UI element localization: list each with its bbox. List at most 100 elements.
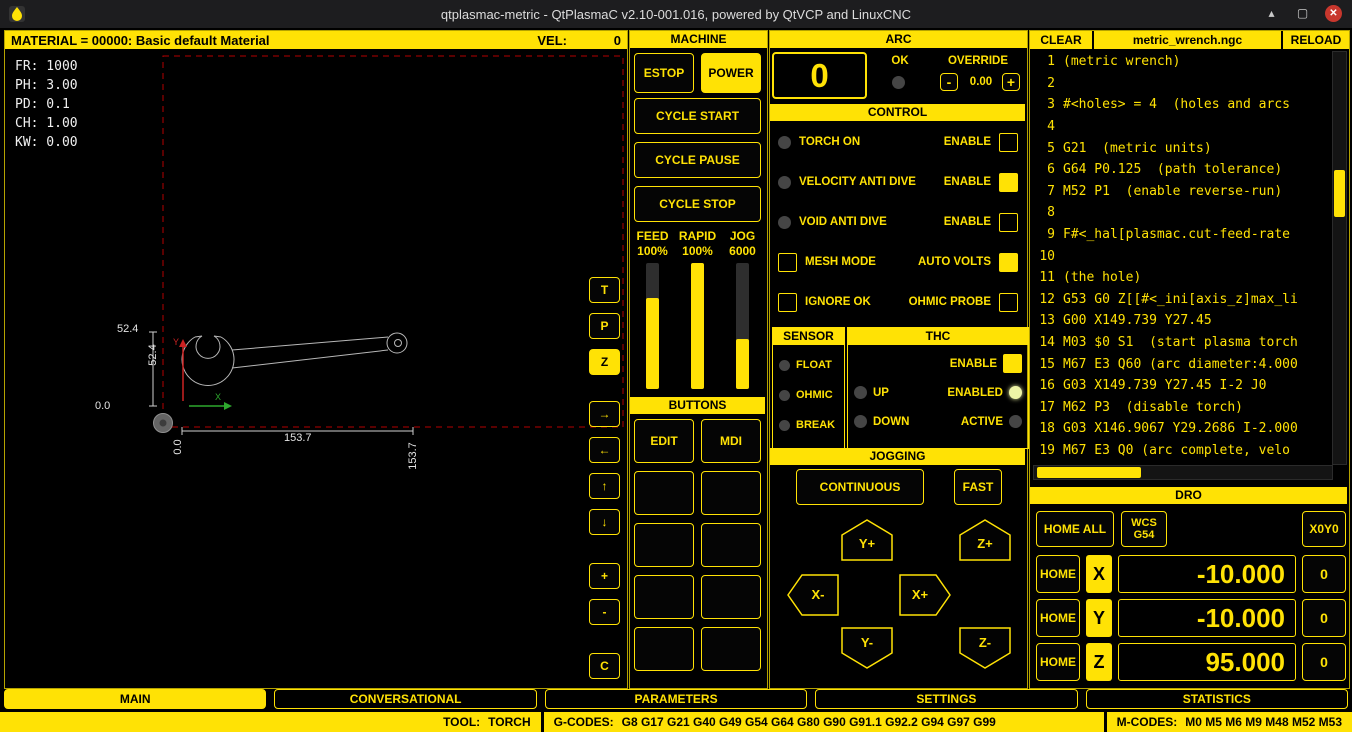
gcode-line: 14M03 $0 S1 (start plasma torch <box>1033 332 1331 354</box>
home-x-button[interactable]: HOME <box>1036 555 1080 593</box>
zoom-in-button[interactable]: + <box>589 563 620 589</box>
sensor-box: SENSOR FLOAT OHMIC BREAK <box>772 327 845 449</box>
auto-volts-checkbox[interactable] <box>999 253 1018 272</box>
thc-enable-label: ENABLE <box>950 358 997 370</box>
velocity-enable-checkbox[interactable] <box>999 173 1018 192</box>
override-minus-button[interactable]: - <box>940 73 958 91</box>
view-top-button[interactable]: T <box>589 277 620 303</box>
zero-x-button[interactable]: 0 <box>1302 555 1346 593</box>
override-plus-button[interactable]: + <box>1002 73 1020 91</box>
pan-down-button[interactable]: ↓ <box>589 509 620 535</box>
fast-jog-button[interactable]: FAST <box>954 469 1002 505</box>
cycle-pause-button[interactable]: CYCLE PAUSE <box>634 142 761 178</box>
jog-y-minus-button[interactable]: Y- <box>841 627 893 669</box>
maximize-icon[interactable]: ▢ <box>1294 5 1311 22</box>
cycle-start-button[interactable]: CYCLE START <box>634 98 761 134</box>
user-button-empty[interactable] <box>701 523 761 567</box>
pan-up-button[interactable]: ↑ <box>589 473 620 499</box>
clear-button[interactable]: CLEAR <box>1030 31 1092 49</box>
float-sensor: FLOAT <box>773 359 844 371</box>
jog-y-plus-button[interactable]: Y+ <box>841 519 893 561</box>
estop-button[interactable]: ESTOP <box>634 53 694 93</box>
jog-x-plus-button[interactable]: X+ <box>899 574 951 616</box>
user-button-empty[interactable] <box>634 575 694 619</box>
axis-x-label: X <box>215 392 221 402</box>
torch-enable-label: ENABLE <box>944 136 991 148</box>
tab-settings[interactable]: SETTINGS <box>815 689 1077 709</box>
user-button-empty[interactable] <box>634 471 694 515</box>
zero-y-button[interactable]: 0 <box>1302 599 1346 637</box>
ohmic-probe-checkbox[interactable] <box>999 293 1018 312</box>
cycle-stop-button[interactable]: CYCLE STOP <box>634 186 761 222</box>
gcode-line: 2 <box>1033 73 1331 95</box>
velocity-label: VEL: <box>537 33 567 48</box>
jog-z-plus-button[interactable]: Z+ <box>959 519 1011 561</box>
gcode-horizontal-scrollbar[interactable] <box>1033 465 1333 480</box>
view-p-button[interactable]: P <box>589 313 620 339</box>
home-z-button[interactable]: HOME <box>1036 643 1080 681</box>
torch-enable-checkbox[interactable] <box>999 133 1018 152</box>
axis-y-dro: -10.000 <box>1118 599 1296 637</box>
gcode-line: 15M67 E3 Q60 (arc diameter:4.000 <box>1033 353 1331 375</box>
gcode-horizontal-scrollbar-thumb[interactable] <box>1037 467 1141 478</box>
mesh-mode-checkbox[interactable] <box>778 253 797 272</box>
tab-statistics[interactable]: STATISTICS <box>1086 689 1348 709</box>
gcode-vertical-scrollbar-thumb[interactable] <box>1334 170 1345 217</box>
machine-panel: MACHINE ESTOP POWER CYCLE START CYCLE PA… <box>629 30 768 689</box>
thc-down-row: DOWN ACTIVE <box>848 415 1028 428</box>
float-label: FLOAT <box>796 359 832 371</box>
wcs-button[interactable]: WCS G54 <box>1121 511 1167 547</box>
gcode-vertical-scrollbar[interactable] <box>1332 51 1347 465</box>
pan-right-button[interactable]: → <box>589 401 620 427</box>
pan-left-button[interactable]: ← <box>589 437 620 463</box>
gcode-viewer[interactable]: 1(metric wrench) 2 3#<holes> = 4 (holes … <box>1033 51 1331 463</box>
window-titlebar: qtplasmac-metric - QtPlasmaC v2.10-001.0… <box>0 0 1352 28</box>
ignore-ok-checkbox[interactable] <box>778 293 797 312</box>
feed-label: FEED 100% <box>630 229 675 259</box>
dimension-lines <box>149 332 413 435</box>
material-selector[interactable]: MATERIAL = 00000: Basic default Material <box>11 33 537 48</box>
gcodes-value: G8 G17 G21 G40 G49 G54 G64 G80 G90 G91.1… <box>622 715 996 729</box>
mdi-button[interactable]: MDI <box>701 419 761 463</box>
axis-y-label: Y <box>1086 599 1112 637</box>
tab-conversational[interactable]: CONVERSATIONAL <box>274 689 536 709</box>
rapid-slider[interactable] <box>691 263 704 389</box>
tab-parameters[interactable]: PARAMETERS <box>545 689 807 709</box>
clear-plot-button[interactable]: C <box>589 653 620 679</box>
user-button-empty[interactable] <box>701 627 761 671</box>
user-button-empty[interactable] <box>701 471 761 515</box>
jog-x-minus-button[interactable]: X- <box>787 574 839 616</box>
tab-main[interactable]: MAIN <box>4 689 266 709</box>
jog-slider[interactable] <box>736 263 749 389</box>
svg-text:Z+: Z+ <box>977 536 993 551</box>
jog-z-minus-button[interactable]: Z- <box>959 627 1011 669</box>
home-y-button[interactable]: HOME <box>1036 599 1080 637</box>
wcs-line1: WCS <box>1131 517 1157 529</box>
home-all-button[interactable]: HOME ALL <box>1036 511 1114 547</box>
axis-x-label: X <box>1086 555 1112 593</box>
thc-up-led <box>854 386 867 399</box>
edit-button[interactable]: EDIT <box>634 419 694 463</box>
view-z-button[interactable]: Z <box>589 349 620 375</box>
user-button-empty[interactable] <box>701 575 761 619</box>
x0y0-button[interactable]: X0Y0 <box>1302 511 1346 547</box>
thc-enable-checkbox[interactable] <box>1003 354 1022 373</box>
close-icon[interactable]: ✕ <box>1325 5 1342 22</box>
tool-value: TORCH <box>488 715 530 729</box>
feed-slider[interactable] <box>646 263 659 389</box>
zoom-out-button[interactable]: - <box>589 599 620 625</box>
void-enable-checkbox[interactable] <box>999 213 1018 232</box>
power-button[interactable]: POWER <box>701 53 761 93</box>
user-button-empty[interactable] <box>634 523 694 567</box>
reload-button[interactable]: RELOAD <box>1283 31 1349 49</box>
preview-plot: 52.4 52.4 0.0 0.0 153.7 153.7 Y X <box>5 49 627 687</box>
dim-label-zero-x: 0.0 <box>95 400 110 412</box>
continuous-jog-button[interactable]: CONTINUOUS <box>796 469 924 505</box>
zero-z-button[interactable]: 0 <box>1302 643 1346 681</box>
window-controls: ▴ ▢ ✕ <box>1263 5 1342 22</box>
mcodes-status: M-CODES: M0 M5 M6 M9 M48 M52 M53 <box>1107 712 1352 732</box>
user-button-empty[interactable] <box>634 627 694 671</box>
wcs-line2: G54 <box>1134 529 1155 541</box>
keep-above-icon[interactable]: ▴ <box>1263 5 1280 22</box>
gcode-line: 4 <box>1033 116 1331 138</box>
